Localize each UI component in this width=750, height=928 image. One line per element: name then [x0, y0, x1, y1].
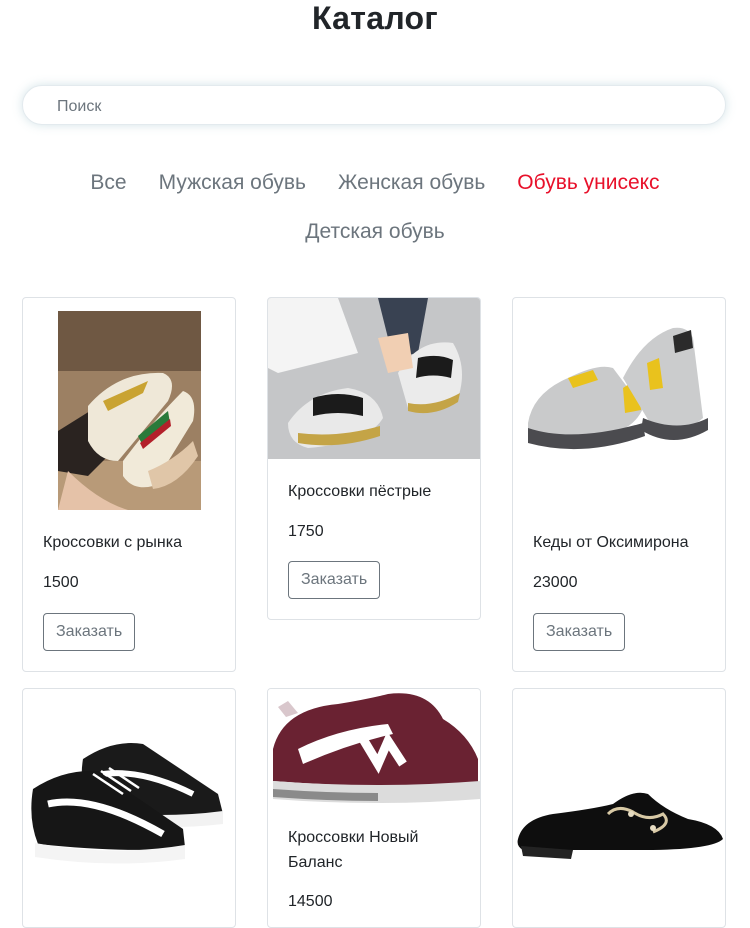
filter-women[interactable]: Женская обувь: [338, 166, 485, 200]
product-card: [512, 688, 726, 928]
product-price: 1500: [43, 574, 79, 591]
product-image: [23, 719, 235, 869]
category-filters: Все Мужская обувь Женская обувь Обувь ун…: [40, 166, 710, 249]
product-name: Кроссовки пёстрые: [288, 483, 432, 500]
product-image: [268, 689, 480, 807]
product-name: Кроссовки с рынка: [43, 534, 183, 551]
product-card: Кроссовки Новый Баланс 14500: [267, 688, 481, 928]
search-box[interactable]: [22, 85, 726, 125]
search-input[interactable]: [55, 96, 659, 118]
filter-unisex[interactable]: Обувь унисекс: [517, 166, 659, 200]
product-price: 23000: [533, 574, 578, 591]
order-button[interactable]: Заказать: [288, 561, 381, 599]
filter-kids[interactable]: Детская обувь: [305, 215, 444, 249]
product-image: [268, 298, 480, 459]
filter-men[interactable]: Мужская обувь: [159, 166, 306, 200]
product-price: 14500: [288, 893, 333, 910]
product-card: [22, 688, 236, 928]
product-image: [513, 784, 725, 869]
product-image: [513, 318, 725, 468]
product-price: 1750: [288, 523, 324, 540]
product-card: Кроссовки пёстрые 1750 Заказать: [267, 297, 481, 620]
order-button[interactable]: Заказать: [43, 613, 136, 651]
product-name: Кроссовки Новый Баланс: [288, 829, 419, 871]
product-name: Кеды от Оксимирона: [533, 534, 689, 551]
product-image: [58, 311, 201, 510]
filter-all[interactable]: Все: [90, 166, 126, 200]
product-card: Кеды от Оксимирона 23000 Заказать: [512, 297, 726, 672]
order-button[interactable]: Заказать: [533, 613, 626, 651]
product-card: Кроссовки с рынка 1500 Заказать: [22, 297, 236, 672]
page-title: Каталог: [311, 0, 439, 36]
